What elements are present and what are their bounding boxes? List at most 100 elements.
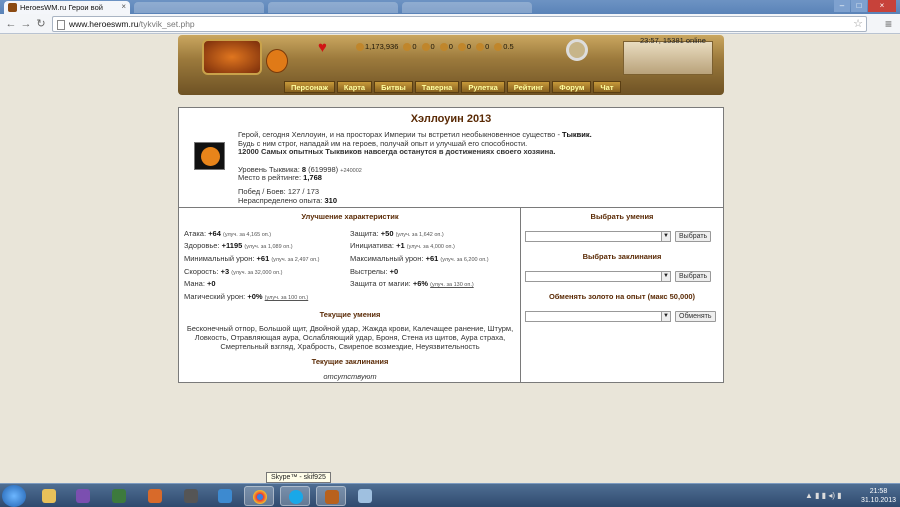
- stat-speed: Скорость: +3 (улуч. за 32,000 оп.): [184, 267, 283, 276]
- pumpkin-icon: [266, 49, 288, 73]
- browser-menu-icon[interactable]: ≡: [885, 17, 892, 31]
- close-window-icon[interactable]: ×: [868, 0, 896, 12]
- exchange-select[interactable]: ▼: [525, 311, 671, 322]
- page-icon: [57, 20, 65, 30]
- creature-name: Тыквик.: [562, 130, 592, 139]
- stat-magic-damage: Магический урон: +0% (улуч. за 100 оп.): [184, 292, 309, 301]
- choose-spell-title: Выбрать заклинания: [582, 252, 662, 261]
- back-arrow-icon[interactable]: ←: [4, 17, 18, 31]
- stats-section: Улучшение характеристик Атака: +64 (улуч…: [179, 208, 521, 382]
- system-tray[interactable]: ▲ ▮ ▮ ◂) ▮: [805, 491, 842, 500]
- pumpkin-avatar: [194, 142, 225, 170]
- gold-icon: [356, 43, 364, 51]
- background-tab[interactable]: [268, 2, 398, 13]
- choose-skill-button[interactable]: Выбрать: [675, 231, 712, 242]
- ore-icon: [421, 43, 430, 51]
- nav-map[interactable]: Карта: [336, 81, 373, 93]
- taskbar-game[interactable]: [316, 486, 346, 506]
- mercury-resource: 0: [439, 42, 453, 51]
- visual-studio-icon: [76, 489, 90, 503]
- clock-time: 21:58: [869, 488, 888, 495]
- skills-list: Бесконечный отпор, Большой щит, Двойной …: [186, 324, 514, 351]
- spells-title: Текущие заклинания: [311, 357, 389, 366]
- game-logo[interactable]: [202, 39, 262, 75]
- crystal-icon: [476, 43, 485, 51]
- wood-icon: [403, 43, 412, 51]
- background-tab[interactable]: [402, 2, 532, 13]
- tool-icon: [218, 489, 232, 503]
- taskbar-skype[interactable]: [280, 486, 310, 506]
- forward-arrow-icon[interactable]: →: [19, 17, 33, 31]
- url-path: /tykvik_set.php: [138, 19, 195, 29]
- wins-battles: Побед / Боев: 127 / 173: [238, 187, 320, 196]
- stat-max-damage: Максимальный урон: +61 (улуч. за 6,200 о…: [350, 254, 489, 263]
- maximize-icon[interactable]: □: [851, 0, 867, 12]
- gold-resource: 1,173,936: [356, 42, 398, 51]
- skill-select[interactable]: ▼: [525, 231, 671, 242]
- achievement-note: 12000 Самых опытных Тыквиков навсегда ос…: [238, 147, 556, 156]
- stats-title: Улучшение характеристик: [301, 212, 399, 221]
- url-host: www.heroeswm.ru: [69, 19, 139, 29]
- nav-forum[interactable]: Форум: [552, 81, 592, 93]
- online-counter: 23:57, 15381 online: [640, 36, 706, 45]
- taskbar-tool[interactable]: [210, 486, 240, 506]
- nav-battles[interactable]: Битвы: [374, 81, 413, 93]
- taskbar-app[interactable]: [104, 486, 134, 506]
- window-controls: – □ ×: [834, 0, 896, 14]
- taskbar-tooltip: Skype™ - skif925: [266, 472, 331, 483]
- gems-resource: 0.5: [494, 42, 514, 51]
- upgrade-magic-defense-link[interactable]: (улуч. за 130 оп.): [430, 282, 474, 288]
- exchange-button[interactable]: Обменять: [675, 311, 716, 322]
- stat-shots: Выстрелы: +0: [350, 267, 399, 276]
- stat-health: Здоровье: +1195 (улуч. за 1,089 оп.): [184, 241, 293, 250]
- start-button[interactable]: [2, 485, 26, 507]
- clock-date: 31.10.2013: [860, 497, 896, 504]
- stat-mana: Мана: +0: [184, 279, 216, 288]
- browser-tab[interactable]: HeroesWM.ru Герои вой ×: [4, 1, 130, 14]
- taskbar-film[interactable]: [176, 486, 206, 506]
- nav-rating[interactable]: Рейтинг: [506, 81, 551, 93]
- browser-toolbar: ← → ↻ www.heroeswm.ru/tykvik_set.php ☆ ≡: [0, 14, 900, 34]
- minimize-icon[interactable]: –: [834, 0, 850, 12]
- ring-icon: [566, 39, 588, 61]
- chevron-down-icon: ▼: [661, 232, 670, 241]
- taskbar-chrome[interactable]: [244, 486, 274, 506]
- exchange-title: Обменять золото на опыт (макс 50,000): [548, 292, 696, 301]
- nav-tavern[interactable]: Таверна: [414, 81, 460, 93]
- upgrade-magic-damage-link[interactable]: (улуч. за 100 оп.): [265, 295, 309, 301]
- health-heart-icon: ♥: [318, 39, 327, 56]
- stat-magic-defense: Защита от магии: +6% (улуч. за 130 оп.): [350, 279, 474, 288]
- tab-title: HeroesWM.ru Герои вой: [20, 3, 103, 12]
- taskbar-visual-studio[interactable]: [68, 486, 98, 506]
- resources-bar: 1,173,936 0 0 0 0 0 0.5: [356, 41, 566, 52]
- unspent-exp: Нераспределено опыта: 310: [238, 196, 337, 205]
- pumpkin-icon: [201, 147, 220, 166]
- nav-character[interactable]: Персонаж: [284, 81, 335, 93]
- event-info: Хэллоуин 2013 Герой, сегодня Хеллоуин, и…: [179, 108, 723, 208]
- halloween-panel: Хэллоуин 2013 Герой, сегодня Хеллоуин, и…: [178, 107, 724, 383]
- nav-roulette[interactable]: Рулетка: [461, 81, 505, 93]
- choose-spell-button[interactable]: Выбрать: [675, 271, 712, 282]
- page-title: Хэллоуин 2013: [410, 113, 492, 125]
- browser-tab-bar: HeroesWM.ru Герои вой × – □ ×: [0, 0, 900, 14]
- reload-icon[interactable]: ↻: [34, 17, 48, 31]
- close-tab-icon[interactable]: ×: [121, 2, 126, 11]
- address-bar[interactable]: www.heroeswm.ru/tykvik_set.php ☆: [52, 16, 867, 32]
- bookmark-star-icon[interactable]: ☆: [853, 17, 863, 30]
- nav-chat[interactable]: Чат: [593, 81, 621, 93]
- terminal-icon: [112, 489, 126, 503]
- chevron-down-icon: ▼: [661, 312, 670, 321]
- stat-min-damage: Минимальный урон: +61 (улуч. за 2,497 оп…: [184, 254, 320, 263]
- skype-icon: [289, 490, 303, 504]
- chevron-down-icon: ▼: [661, 272, 670, 281]
- taskbar-paint[interactable]: [350, 486, 380, 506]
- actions-section: Выбрать умения ▼ Выбрать Выбрать заклина…: [521, 208, 723, 382]
- spell-select[interactable]: ▼: [525, 271, 671, 282]
- taskbar-explorer[interactable]: [34, 486, 64, 506]
- spells-list: отсутствуют: [323, 372, 377, 381]
- background-tab[interactable]: [134, 2, 264, 13]
- windows-taskbar: ▲ ▮ ▮ ◂) ▮ 21:58 31.10.2013: [0, 483, 900, 507]
- sulfur-icon: [457, 43, 466, 51]
- taskbar-media[interactable]: [140, 486, 170, 506]
- clock[interactable]: 21:58 31.10.2013: [861, 487, 896, 505]
